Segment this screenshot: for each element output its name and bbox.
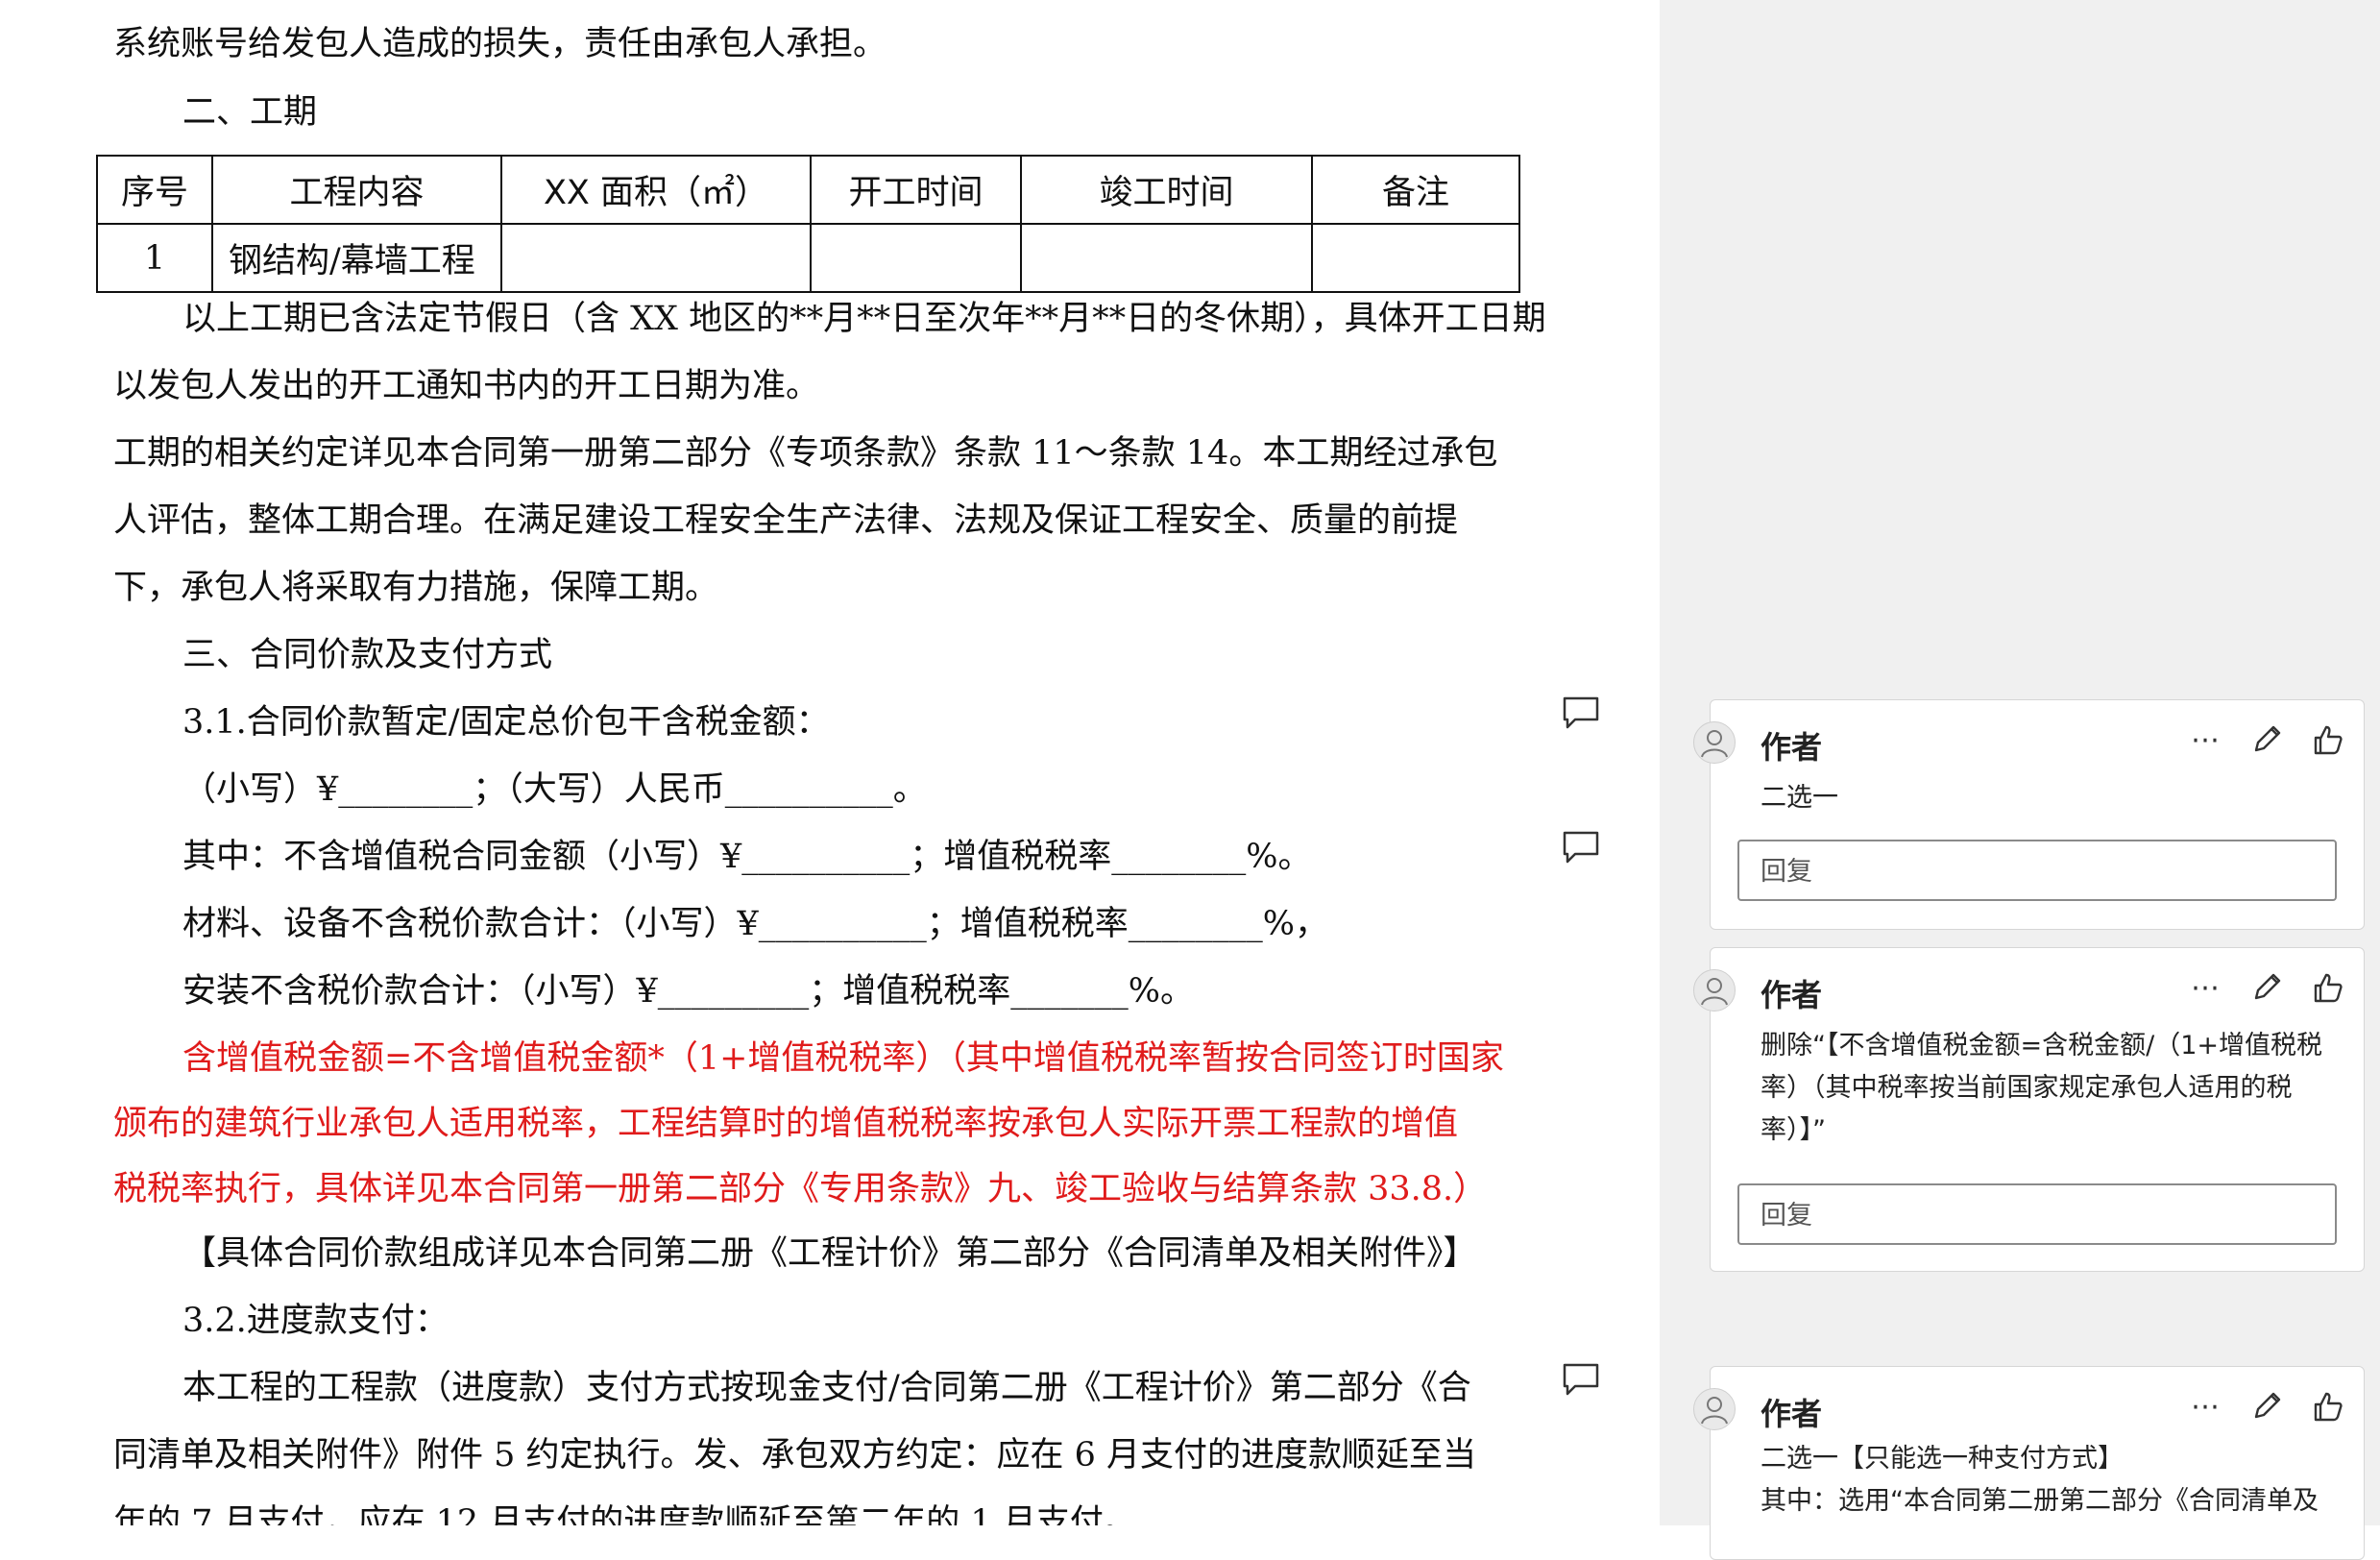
more-dots-icon[interactable]: ⋯ <box>2187 969 2223 1006</box>
speech-bubble-icon[interactable] <box>1562 830 1600 865</box>
table-cell <box>1311 223 1520 293</box>
pencil-icon[interactable] <box>2248 1388 2285 1425</box>
doc-line-7: 下，承包人将采取有力措施，保障工期。 <box>113 569 719 607</box>
comment-text: 其中：选用“本合同第二册第二部分《合同清单及 <box>1761 1486 2319 1516</box>
doc-line-21: 年的 7 月支付，应在 12 月支付的进度款顺延至第二年的 1 月支付。 <box>113 1503 1137 1525</box>
comment-author: 作者 <box>1761 729 1823 766</box>
doc-line-4: 以发包人发出的开工通知书内的开工日期为准。 <box>113 367 820 405</box>
red-clause-line-1: 含增值税金额=不含增值税金额*（1+增值税税率）（其中增值税税率暂按合同签订时国… <box>182 1039 1504 1078</box>
section-heading-price: 三、合同价款及支付方式 <box>182 636 553 674</box>
red-clause-line-2: 颁布的建筑行业承包人适用税率，工程结算时的增值税税率按承包人实际开票工程款的增值 <box>113 1105 1459 1143</box>
reply-input[interactable]: 回复 <box>1737 1183 2337 1245</box>
comment-card[interactable]: 作者 ⋯ 删除“【不含增值税金额=含税金额/（1+增值税税 率）（其中税率按当前… <box>1693 947 2365 1272</box>
comment-text: 率）（其中税率按当前国家规定承包人适用的税 <box>1761 1073 2293 1103</box>
doc-line-12: 材料、设备不含税价款合计：（小写）¥__________；增值税税率______… <box>182 905 1329 943</box>
speech-bubble-icon[interactable] <box>1562 1362 1600 1397</box>
doc-line-9: 3.1.合同价款暂定/固定总价包干含税金额： <box>182 703 830 742</box>
table-header-row: 序号 工程内容 XX 面积（㎡） 开工时间 竣工时间 备注 <box>96 155 1520 225</box>
document-page: 系统账号给发包人造成的损失，责任由承包人承担。 二、工期 序号 工程内容 XX … <box>0 0 1660 1525</box>
doc-line-20: 同清单及相关附件》附件 5 约定执行。发、承包双方约定：应在 6 月支付的进度款… <box>113 1436 1477 1475</box>
more-dots-icon[interactable]: ⋯ <box>2187 1388 2223 1425</box>
doc-line-1: 系统账号给发包人造成的损失，责任由承包人承担。 <box>113 25 887 63</box>
table-cell <box>810 223 1022 293</box>
red-clause-line-3: 税税率执行，具体详见本合同第一册第二部分《专用条款》九、竣工验收与结算条款 33… <box>113 1170 1488 1208</box>
table-header-cell: XX 面积（㎡） <box>500 155 812 225</box>
thumbs-up-icon[interactable] <box>2310 1388 2346 1425</box>
thumbs-up-icon[interactable] <box>2310 969 2346 1006</box>
user-avatar-icon <box>1693 721 1736 764</box>
pencil-icon[interactable] <box>2248 721 2285 758</box>
table-header-cell: 工程内容 <box>211 155 502 225</box>
comment-text: 二选一 <box>1761 783 1838 813</box>
comment-card[interactable]: 作者 ⋯ 二选一 回复 <box>1693 699 2365 930</box>
table-header-cell: 开工时间 <box>810 155 1022 225</box>
table-header-cell: 序号 <box>96 155 213 225</box>
table-header-cell: 竣工时间 <box>1020 155 1313 225</box>
comment-text: 删除“【不含增值税金额=含税金额/（1+增值税税 <box>1761 1031 2323 1060</box>
user-avatar-icon <box>1693 969 1736 1012</box>
table-row: 1 钢结构/幕墙工程 <box>96 223 1520 293</box>
doc-line-13: 安装不含税价款合计：（小写）¥_________；增值税税率_______%。 <box>182 972 1195 1011</box>
doc-line-18: 3.2.进度款支付： <box>182 1302 449 1340</box>
thumbs-up-icon[interactable] <box>2310 721 2346 758</box>
user-avatar-icon <box>1693 1388 1736 1430</box>
doc-line-6: 人评估，整体工期合理。在满足建设工程安全生产法律、法规及保证工程安全、质量的前提 <box>113 501 1459 540</box>
more-dots-icon[interactable]: ⋯ <box>2187 721 2223 758</box>
comment-author: 作者 <box>1761 1396 1823 1432</box>
doc-line-19: 本工程的工程款（进度款）支付方式按现金支付/合同第二册《工程计价》第二部分《合 <box>182 1369 1471 1407</box>
schedule-table: 序号 工程内容 XX 面积（㎡） 开工时间 竣工时间 备注 1 钢结构/幕墙工程 <box>96 155 1520 293</box>
table-header-cell: 备注 <box>1311 155 1520 225</box>
doc-line-5: 工期的相关约定详见本合同第一册第二部分《专项条款》条款 11～条款 14。本工期… <box>113 434 1498 473</box>
doc-line-3: 以上工期已含法定节假日（含 XX 地区的**月**日至次年**月**日的冬休期）… <box>182 300 1546 338</box>
table-cell: 钢结构/幕墙工程 <box>211 223 502 293</box>
doc-line-10: （小写）¥________；（大写）人民币__________。 <box>182 770 927 809</box>
comment-text: 二选一【只能选一种支付方式】 <box>1761 1444 2124 1474</box>
doc-line-11: 其中：不含增值税合同金额（小写）¥__________；增值税税率_______… <box>182 838 1312 876</box>
comment-card[interactable]: 作者 ⋯ 二选一【只能选一种支付方式】 其中：选用“本合同第二册第二部分《合同清… <box>1693 1366 2365 1560</box>
table-cell <box>500 223 812 293</box>
table-cell: 1 <box>96 223 213 293</box>
reply-input[interactable]: 回复 <box>1737 840 2337 901</box>
speech-bubble-icon[interactable] <box>1562 695 1600 730</box>
table-cell <box>1020 223 1313 293</box>
doc-line-17: 【具体合同价款组成详见本合同第二册《工程计价》第二部分《合同清单及相关附件》】 <box>182 1234 1477 1273</box>
section-heading-schedule: 二、工期 <box>182 93 318 132</box>
pencil-icon[interactable] <box>2248 969 2285 1006</box>
comment-author: 作者 <box>1761 977 1823 1013</box>
comment-text: 率）】” <box>1761 1115 1826 1145</box>
